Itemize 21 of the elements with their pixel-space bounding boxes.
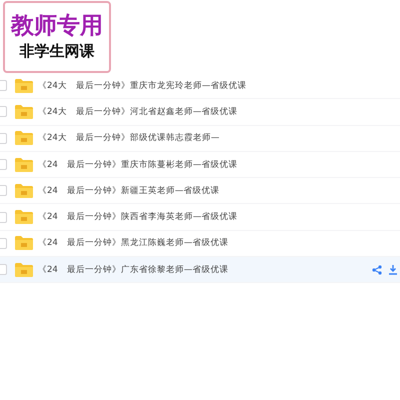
folder-icon [15,104,33,119]
folder-icon [15,131,33,146]
folder-icon [15,262,33,277]
file-name[interactable]: 《24大 最后一分钟》河北省赵鑫老师—省级优课 [38,106,400,118]
share-icon[interactable] [372,264,382,275]
file-name[interactable]: 《24 最后一分钟》重庆市陈蔓彬老师—省级优课 [38,158,400,171]
file-name[interactable]: 《24大 最后一分钟》部级优课韩志霞老师— [38,132,400,144]
badge-title: 教师专用 [11,13,103,40]
file-name[interactable]: 《24 最后一分钟》黑龙江陈巍老师—省级优课 [38,237,400,250]
file-name[interactable]: 《24 最后一分钟》陕西省李海英老师—省级优课 [38,211,400,224]
file-name[interactable]: 《24大 最后一分钟》重庆市龙宪玲老师—省级优课 [38,80,400,92]
folder-icon [15,78,33,93]
download-icon[interactable] [388,264,398,275]
folder-icon [15,210,33,224]
badge-subtitle: 非学生网课 [20,42,94,61]
file-row[interactable]: 《24 最后一分钟》广东省徐黎老师—省级优课 [0,257,400,284]
file-name[interactable]: 《24 最后一分钟》广东省徐黎老师—省级优课 [38,264,372,276]
folder-icon [15,236,33,250]
folder-icon [15,158,33,172]
file-name[interactable]: 《24 最后一分钟》新疆王英老师—省级优课 [38,184,400,197]
folder-icon [15,184,33,198]
